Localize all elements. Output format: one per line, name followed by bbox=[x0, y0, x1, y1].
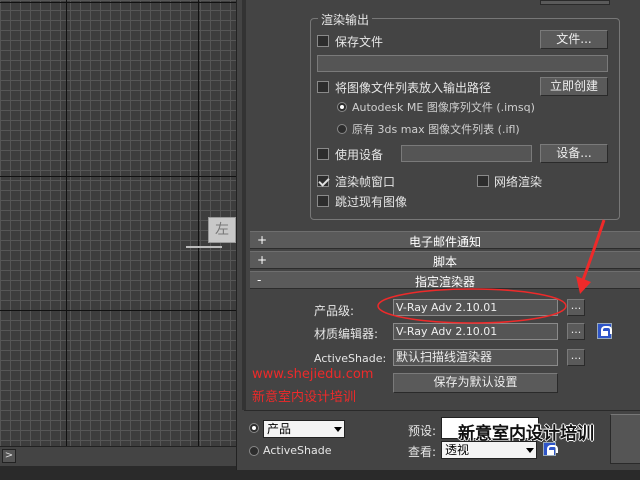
production-label: 产品级: bbox=[314, 304, 355, 318]
grid-major-line bbox=[0, 310, 244, 311]
view-dropdown[interactable]: 透视 bbox=[441, 441, 537, 459]
imsq-radio-label: Autodesk ME 图像序列文件 (.imsq) bbox=[352, 101, 535, 114]
device-field[interactable] bbox=[401, 145, 532, 162]
expand-arrow-button[interactable]: > bbox=[2, 449, 16, 463]
put-image-list-checkbox[interactable] bbox=[317, 81, 329, 93]
watermark-name: 新意室内设计培训 bbox=[252, 390, 357, 405]
choose-production-renderer-button[interactable]: ... bbox=[567, 299, 585, 316]
skip-existing-checkbox[interactable] bbox=[317, 195, 329, 207]
render-frame-window-checkbox[interactable] bbox=[317, 175, 329, 187]
activeshade-mode-label: ActiveShade bbox=[263, 444, 332, 457]
render-mode-dropdown[interactable]: 产品 bbox=[263, 420, 345, 438]
render-output-title: 渲染输出 bbox=[318, 11, 373, 28]
grid-major-line bbox=[198, 0, 199, 466]
rollout-email-notification[interactable]: + 电子邮件通知 bbox=[250, 231, 640, 249]
chevron-down-icon bbox=[334, 427, 342, 432]
production-mode-radio[interactable] bbox=[249, 423, 259, 433]
gizmo-axis-line bbox=[186, 246, 222, 248]
grid-major-line bbox=[66, 0, 67, 466]
render-mode-value: 产品 bbox=[267, 422, 292, 436]
rollout-scripts[interactable]: + 脚本 bbox=[250, 251, 640, 269]
material-editor-label: 材质编辑器: bbox=[314, 327, 379, 341]
save-as-defaults-button[interactable]: 保存为默认设置 bbox=[393, 373, 558, 393]
panel-scrollbar-track[interactable] bbox=[242, 0, 246, 410]
preset-label: 预设: bbox=[408, 424, 437, 438]
view-label: 查看: bbox=[408, 445, 437, 459]
rollout-title: 电子邮件通知 bbox=[408, 235, 481, 249]
ifl-radio-label: 原有 3ds max 图像文件列表 (.ifl) bbox=[352, 123, 520, 136]
skip-existing-label: 跳过现有图像 bbox=[335, 195, 408, 209]
viewport-bottom-bar bbox=[0, 446, 244, 466]
net-render-label: 网络渲染 bbox=[494, 175, 543, 189]
choose-activeshade-renderer-button[interactable]: ... bbox=[567, 349, 585, 366]
save-file-label: 保存文件 bbox=[335, 35, 384, 49]
create-now-button[interactable]: 立即创建 bbox=[540, 77, 608, 96]
save-file-checkbox[interactable] bbox=[317, 35, 329, 47]
watermark-url: www.shejiedu.com bbox=[252, 367, 374, 382]
files-button[interactable]: 文件... bbox=[540, 30, 608, 49]
imsq-radio[interactable] bbox=[337, 102, 347, 112]
use-device-label: 使用设备 bbox=[335, 148, 384, 162]
rollout-assign-renderer[interactable]: - 指定渲染器 bbox=[250, 271, 640, 289]
activeshade-renderer-field: 默认扫描线渲染器 bbox=[393, 349, 558, 366]
net-render-checkbox[interactable] bbox=[477, 175, 489, 187]
activeshade-mode-radio[interactable] bbox=[249, 446, 259, 456]
put-image-list-label: 将图像文件列表放入输出路径 bbox=[335, 81, 492, 95]
use-device-checkbox[interactable] bbox=[317, 148, 329, 160]
render-button[interactable] bbox=[610, 414, 640, 464]
material-editor-renderer-field: V-Ray Adv 2.10.01 bbox=[393, 323, 558, 340]
output-path-field[interactable] bbox=[317, 55, 608, 72]
choose-material-renderer-button[interactable]: ... bbox=[567, 323, 585, 340]
rollout-title: 脚本 bbox=[432, 255, 457, 269]
grid-major-line bbox=[0, 2, 244, 3]
devices-button[interactable]: 设备... bbox=[540, 144, 608, 163]
lock-icon[interactable] bbox=[597, 323, 612, 339]
production-renderer-field: V-Ray Adv 2.10.01 bbox=[393, 299, 558, 316]
render-frame-window-label: 渲染帧窗口 bbox=[335, 175, 396, 189]
grid-major-line bbox=[0, 176, 244, 177]
view-value: 透视 bbox=[445, 443, 470, 457]
ifl-radio[interactable] bbox=[337, 124, 347, 134]
viewcube-gizmo[interactable]: 左 bbox=[208, 217, 236, 243]
top-button-edge[interactable] bbox=[540, 0, 610, 5]
rollout-title: 指定渲染器 bbox=[414, 275, 475, 289]
view-lock-icon[interactable] bbox=[543, 442, 558, 456]
activeshade-label: ActiveShade: bbox=[314, 352, 387, 365]
chevron-down-icon bbox=[526, 448, 534, 453]
